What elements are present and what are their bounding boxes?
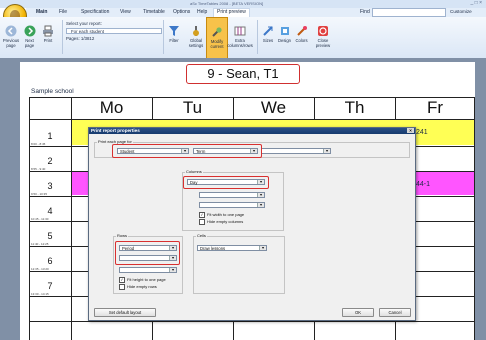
window-title: aSc TimeTables 2008 - [BETA VERSION] [190, 1, 264, 6]
lesson-room-fr-3: 44-1 [416, 181, 431, 188]
chevron-down-icon: ▼ [169, 268, 176, 272]
close-preview-button[interactable]: Close preview [313, 25, 333, 48]
chevron-down-icon: ▼ [257, 193, 264, 197]
find-input[interactable] [372, 8, 446, 17]
wrench-icon [212, 27, 222, 37]
previous-page-button[interactable]: Previous page [2, 25, 20, 48]
settings-icon [193, 26, 199, 36]
period-number: 4 [47, 206, 53, 216]
period-number: 6 [47, 256, 53, 266]
grid-line [474, 97, 475, 340]
dialog-title-bar: Print report properties × [89, 128, 415, 134]
columns-select-2[interactable]: ▼ [199, 192, 265, 198]
chevron-down-icon: ▼ [257, 203, 264, 207]
customize-button[interactable]: Customize [450, 9, 472, 14]
lesson-room-fr-1: 241 [416, 129, 428, 136]
fit-height-checkbox[interactable]: ✓ Fit height to one page [119, 277, 166, 283]
sizes-button[interactable]: Sizes [262, 25, 274, 43]
filter-button[interactable]: Filter [165, 25, 183, 43]
window-controls[interactable]: _ □ × [471, 0, 483, 6]
period-time: 8:55 - 9:40 [31, 167, 46, 171]
menu-file[interactable]: File [59, 9, 67, 15]
day-header-fr: Fr [426, 98, 444, 117]
cells-label: Cells [196, 233, 207, 238]
cancel-button[interactable]: Cancel [379, 308, 411, 317]
print-report-properties-dialog: Print report properties × Print each pag… [88, 127, 416, 321]
day-header-mo: Mo [99, 98, 124, 117]
period-time: 12:35 - 13:20 [31, 267, 49, 271]
printer-icon [43, 25, 53, 37]
menu-specification[interactable]: Specification [81, 9, 109, 15]
checkbox-checked-icon: ✓ [119, 277, 125, 283]
next-page-button[interactable]: Next page [21, 25, 38, 48]
columns-icon [234, 26, 246, 36]
filter-icon [169, 26, 179, 36]
fit-width-checkbox[interactable]: ✓ Fit width to one page [199, 212, 244, 218]
highlight-ring [115, 241, 180, 265]
rows-select-3[interactable]: ▼ [119, 267, 177, 273]
checkbox-icon [199, 219, 205, 225]
period-number: 7 [47, 281, 53, 291]
rows-select-2[interactable]: ▼ [119, 255, 177, 261]
highlight-ring [183, 176, 269, 189]
chevron-down-icon: ▼ [323, 149, 330, 153]
modify-current-button[interactable]: Modify current [206, 17, 228, 59]
checkbox-icon [119, 284, 125, 290]
arrow-right-icon [24, 25, 35, 37]
menu-print-preview[interactable]: Print preview [213, 8, 250, 17]
rows-label: Rows [116, 233, 129, 238]
timetable-title: 9 - Sean, T1 [186, 64, 300, 84]
school-name: Sample school [31, 88, 74, 95]
period-number: 5 [47, 231, 53, 241]
report-select[interactable]: For each student [66, 28, 162, 34]
menu-main[interactable]: Main [36, 9, 47, 15]
period-time: 11:40 - 12:25 [31, 242, 49, 246]
menu-timetable[interactable]: Timetable [143, 9, 165, 15]
period-number: 3 [47, 181, 53, 191]
period-time: 8:00 - 8:45 [31, 142, 46, 146]
period-time: 9:50 - 10:35 [31, 192, 48, 196]
dialog-title: Print report properties [91, 128, 140, 133]
colors-button[interactable]: Colors [294, 25, 309, 43]
highlight-ring [112, 144, 262, 158]
period-time: 13:30 - 14:15 [31, 292, 49, 296]
period-number: 1 [47, 131, 53, 141]
grid-line [29, 321, 475, 322]
columns-select-3[interactable]: ▼ [199, 202, 265, 208]
day-header-th: Th [344, 98, 365, 117]
menu-help[interactable]: Help [197, 9, 207, 15]
day-header-tu: Tu [182, 98, 203, 117]
menu-options[interactable]: Options [173, 9, 190, 15]
design-icon [280, 27, 289, 35]
day-header-we: We [260, 98, 287, 117]
print-button[interactable]: Print [40, 25, 56, 43]
palette-icon [296, 26, 307, 36]
design-button[interactable]: Design [277, 25, 292, 43]
dialog-close-button[interactable]: × [407, 128, 414, 133]
chevron-down-icon: ▼ [259, 246, 266, 250]
menu-view[interactable]: View [120, 9, 131, 15]
hide-empty-rows-checkbox[interactable]: Hide empty rows [119, 284, 157, 290]
hide-empty-columns-checkbox[interactable]: Hide empty columns [199, 219, 243, 225]
pages-indicator: Pages: 1/3812 [66, 36, 95, 41]
cells-select[interactable]: Draw lessons ▼ [197, 245, 267, 251]
checkbox-checked-icon: ✓ [199, 212, 205, 218]
find-label: Find [360, 9, 370, 15]
period-time: 10:45 - 11:30 [31, 217, 49, 221]
ribbon: Previous page Next page Print Select you… [0, 17, 486, 59]
period-number: 2 [47, 156, 53, 166]
sizes-icon [263, 26, 273, 36]
extra-columns-button[interactable]: Extra columns/rows [227, 25, 253, 48]
set-default-layout-button[interactable]: Set default layout [94, 308, 156, 317]
select-report-label: Select your report: [66, 21, 102, 26]
ok-button[interactable]: OK [342, 308, 374, 317]
global-settings-button[interactable]: Global settings [186, 25, 206, 48]
chevron-down-icon: ▼ [169, 256, 176, 260]
extra-entity-select[interactable]: ▼ [261, 148, 331, 154]
columns-label: Columns [185, 169, 203, 174]
title-bar: aSc TimeTables 2008 - [BETA VERSION] _ □… [0, 0, 486, 8]
close-preview-icon [318, 26, 328, 36]
arrow-left-icon [5, 25, 17, 37]
